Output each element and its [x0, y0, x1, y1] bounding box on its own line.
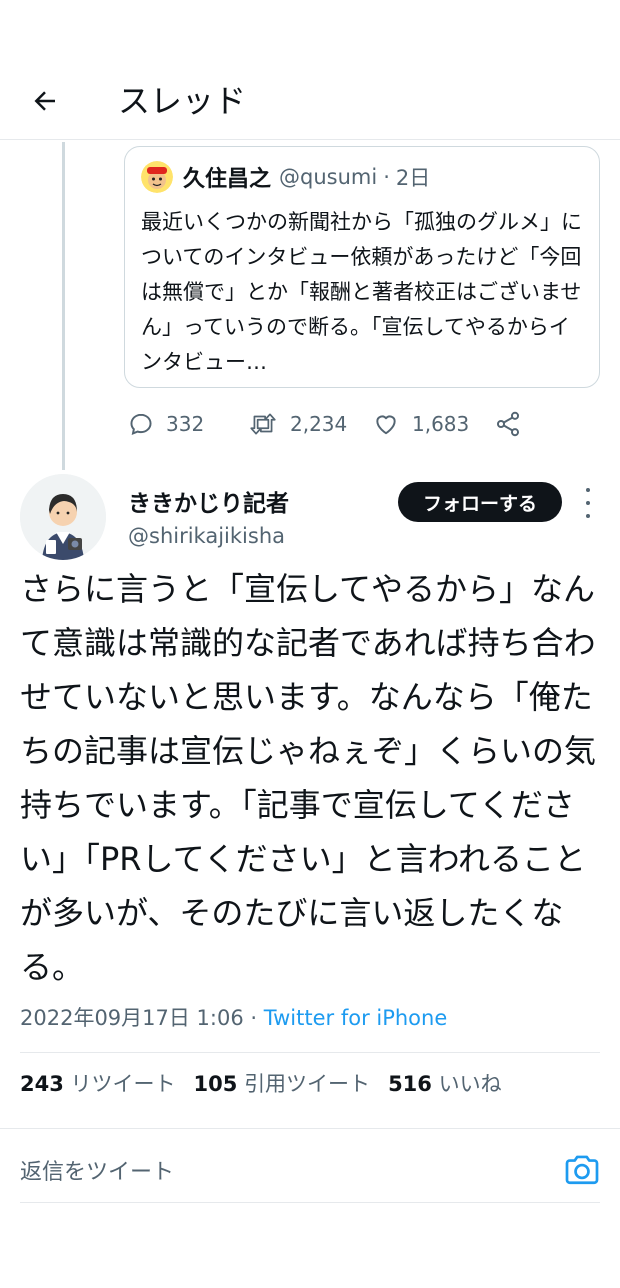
more-dot — [586, 501, 590, 505]
quoted-tweet-text: 最近いくつかの新聞社から「孤独のグルメ」についてのインタビュー依頼があったけど「… — [141, 210, 582, 374]
divider — [20, 1202, 600, 1203]
quotes-stat[interactable]: 105 引用ツイート — [194, 1072, 371, 1096]
more-dot — [586, 488, 590, 492]
quoted-tweet-header: 久住昌之 @qusumi · 2日 — [141, 161, 583, 193]
retweets-stat[interactable]: 243 リツイート — [20, 1072, 176, 1096]
camera-icon[interactable] — [562, 1152, 602, 1188]
share-button[interactable] — [494, 404, 522, 444]
retweet-count: 2,234 — [290, 412, 348, 436]
app-header: スレッド — [0, 60, 620, 140]
page-title: スレッド — [118, 82, 247, 120]
tweet-text: さらに言うと「宣伝してやるから」なんて意識は常識的な記者であれば持ち合わせていな… — [20, 570, 597, 986]
more-icon[interactable] — [578, 488, 598, 518]
quoted-author-name[interactable]: 久住昌之 — [183, 161, 271, 193]
share-icon — [496, 411, 520, 437]
retweet-icon — [250, 413, 276, 435]
retweets-label: リツイート — [70, 1072, 176, 1096]
like-button[interactable]: 1,683 — [372, 404, 469, 444]
divider — [20, 1052, 600, 1053]
likes-count: 516 — [388, 1072, 432, 1096]
back-button[interactable] — [22, 78, 68, 124]
retweets-count: 243 — [20, 1072, 64, 1096]
meta-separator: · — [243, 1006, 264, 1030]
retweet-button[interactable]: 2,234 — [248, 404, 347, 444]
quoted-tweet-actions: 332 2,234 1,683 — [124, 404, 544, 444]
like-icon — [376, 415, 396, 435]
author-handle[interactable]: @shirikajikisha — [128, 524, 285, 548]
tweet-meta: 2022年09月17日 1:06 · Twitter for iPhone — [20, 1002, 447, 1032]
reply-input[interactable]: 返信をツイート — [20, 1154, 174, 1186]
quoted-separator: · — [383, 165, 390, 189]
reply-composer: 返信をツイート — [0, 1130, 620, 1202]
author-name[interactable]: ききかじり記者 — [128, 484, 289, 518]
reply-button[interactable]: 332 — [128, 404, 204, 444]
quoted-author-avatar — [141, 161, 173, 193]
divider — [0, 1128, 620, 1129]
quoted-author-handle[interactable]: @qusumi — [279, 165, 377, 189]
tweet-stats: 243 リツイート 105 引用ツイート 516 いいね — [20, 1068, 502, 1098]
like-count: 1,683 — [412, 412, 470, 436]
more-dot — [586, 514, 590, 518]
tweet-author: ききかじり記者 @shirikajikisha フォローする — [20, 474, 610, 564]
quoted-tweet-time: 2日 — [395, 166, 431, 190]
likes-stat[interactable]: 516 いいね — [388, 1072, 502, 1096]
tweet-source-link[interactable]: Twitter for iPhone — [264, 1006, 448, 1030]
thread-connector-line — [62, 142, 65, 470]
quotes-label: 引用ツイート — [244, 1072, 371, 1096]
follow-button[interactable]: フォローする — [398, 482, 562, 522]
reply-count: 332 — [166, 412, 205, 436]
tweet-timestamp[interactable]: 2022年09月17日 1:06 — [20, 1006, 244, 1030]
likes-label: いいね — [438, 1072, 502, 1096]
quoted-tweet-card[interactable]: 久住昌之 @qusumi · 2日 最近いくつかの新聞社から「孤独のグルメ」につ… — [124, 146, 600, 388]
author-avatar[interactable] — [20, 474, 106, 560]
back-arrow-icon — [34, 91, 55, 111]
quotes-count: 105 — [193, 1072, 238, 1096]
reply-icon — [130, 413, 152, 435]
